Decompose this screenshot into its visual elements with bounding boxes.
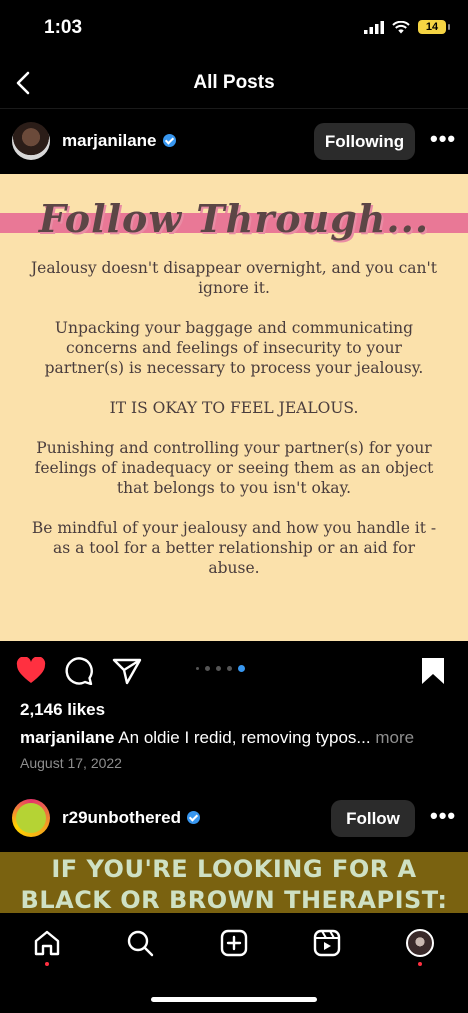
caption-more-link[interactable]: more [375,728,414,747]
carousel-dot [216,666,221,671]
nav-search[interactable] [124,927,156,959]
like-button[interactable] [16,656,46,689]
avatar-inner [16,803,46,833]
nav-profile[interactable] [404,927,436,959]
image-paragraph: Unpacking your baggage and communicating… [44,319,424,377]
header-divider [0,108,468,109]
more-options-icon[interactable]: ••• [430,803,456,829]
heart-filled-icon [16,656,46,683]
battery-icon: 14 [418,20,450,34]
image-paragraph: IT IS OKAY TO FEEL JEALOUS. [109,399,359,417]
nav-home[interactable] [31,927,63,959]
more-options-icon[interactable]: ••• [430,126,456,152]
nav-reels[interactable] [311,927,343,959]
bookmark-filled-icon [422,658,444,684]
signal-icon [364,20,384,34]
notification-dot [418,962,422,966]
likes-count[interactable]: 2,146 likes [20,700,105,720]
carousel-dot [227,666,232,671]
nav-create[interactable] [218,927,250,959]
paper-plane-icon [112,658,142,685]
page-title: All Posts [193,72,275,93]
carousel-dot [196,667,199,670]
image-text-line: IF YOU'RE LOOKING FOR A [51,855,417,883]
comment-icon [65,657,93,686]
caption-username[interactable]: marjanilane [20,728,115,747]
notification-dot [45,962,49,966]
verified-badge-icon [187,811,201,825]
image-text-line: BLACK OR BROWN THERAPIST: [20,886,448,913]
follow-button[interactable]: Follow [331,800,415,837]
caption-text: An oldie I redid, removing typos... [118,728,371,747]
home-icon [34,930,60,956]
verified-badge-icon [162,134,176,148]
caption: marjanilane An oldie I redid, removing t… [20,728,414,748]
image-paragraph: Punishing and controlling your partner(s… [34,439,434,497]
save-button[interactable] [421,657,445,690]
following-button[interactable]: Following [314,123,415,160]
post-date: August 17, 2022 [20,755,122,771]
carousel-dot [205,666,210,671]
carousel-indicator [196,665,245,672]
reels-icon [313,929,341,957]
status-time: 1:03 [44,17,83,38]
post-image[interactable]: Follow Through... Jealousy doesn't disap… [0,174,468,641]
home-indicator [151,997,317,1002]
image-body: Jealousy doesn't disappear overnight, an… [28,258,440,598]
image-text: IF YOU'RE LOOKING FOR A BLACK OR BROWN T… [0,854,468,913]
username-label: r29unbothered [62,808,182,827]
profile-avatar [406,929,434,957]
avatar[interactable] [12,799,50,837]
post-image[interactable]: IF YOU'RE LOOKING FOR A BLACK OR BROWN T… [0,852,468,913]
username-label: marjanilane [62,131,157,150]
wifi-icon [392,20,410,33]
image-title: Follow Through... [38,196,430,241]
create-icon [220,929,248,957]
share-button[interactable] [112,657,142,690]
search-icon [127,930,154,957]
image-paragraph: Jealousy doesn't disappear overnight, an… [30,259,438,297]
status-icons: 14 [364,20,450,34]
post-username[interactable]: marjanilane [62,131,176,151]
avatar[interactable] [12,122,50,160]
image-paragraph: Be mindful of your jealousy and how you … [31,519,437,577]
post-username[interactable]: r29unbothered [62,808,201,828]
comment-button[interactable] [64,657,94,690]
carousel-dot-active [238,665,245,672]
